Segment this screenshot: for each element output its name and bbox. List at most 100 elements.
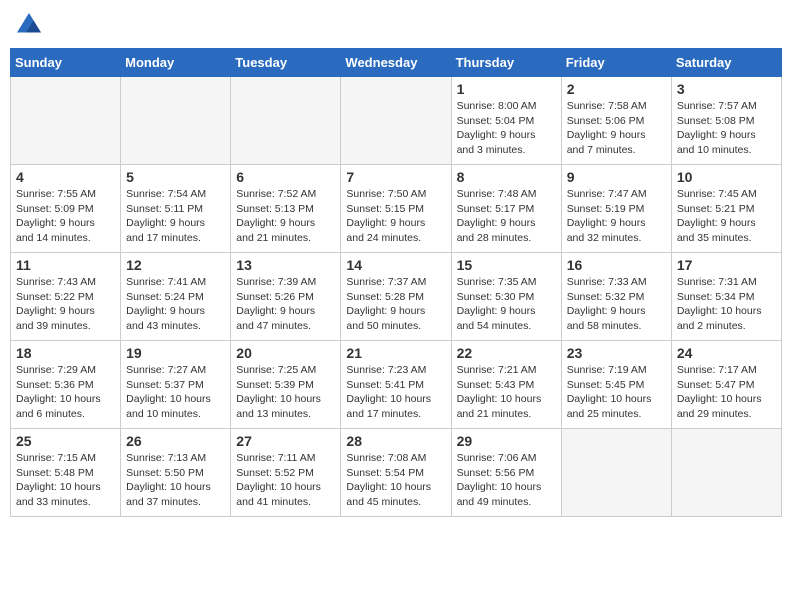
day-info: Sunrise: 7:41 AM Sunset: 5:24 PM Dayligh… xyxy=(126,275,225,334)
day-cell: 15 Sunrise: 7:35 AM Sunset: 5:30 PM Dayli… xyxy=(451,253,561,341)
days-header-row: SundayMondayTuesdayWednesdayThursdayFrid… xyxy=(11,49,782,77)
day-cell: 12Sunrise: 7:41 AM Sunset: 5:24 PM Dayli… xyxy=(121,253,231,341)
day-cell: 16 Sunrise: 7:33 AM Sunset: 5:32 PM Dayli… xyxy=(561,253,671,341)
day-cell: 25 Sunrise: 7:15 AM Sunset: 5:48 PM Dayli… xyxy=(11,429,121,517)
day-cell: 7 Sunrise: 7:50 AM Sunset: 5:15 PM Daylig… xyxy=(341,165,451,253)
logo-icon xyxy=(14,10,44,40)
day-info: Sunrise: 7:54 AM Sunset: 5:11 PM Dayligh… xyxy=(126,187,225,246)
day-cell: 11 Sunrise: 7:43 AM Sunset: 5:22 PM Dayli… xyxy=(11,253,121,341)
day-info: Sunrise: 7:06 AM Sunset: 5:56 PM Dayligh… xyxy=(457,451,556,510)
day-number: 11 xyxy=(16,257,115,273)
day-header-thursday: Thursday xyxy=(451,49,561,77)
day-info: Sunrise: 7:27 AM Sunset: 5:37 PM Dayligh… xyxy=(126,363,225,422)
day-header-sunday: Sunday xyxy=(11,49,121,77)
day-info: Sunrise: 7:08 AM Sunset: 5:54 PM Dayligh… xyxy=(346,451,445,510)
day-info: Sunrise: 7:37 AM Sunset: 5:28 PM Dayligh… xyxy=(346,275,445,334)
day-info: Sunrise: 7:57 AM Sunset: 5:08 PM Dayligh… xyxy=(677,99,776,158)
day-number: 19 xyxy=(126,345,225,361)
day-number: 3 xyxy=(677,81,776,97)
day-info: Sunrise: 7:11 AM Sunset: 5:52 PM Dayligh… xyxy=(236,451,335,510)
day-cell: 26 Sunrise: 7:13 AM Sunset: 5:50 PM Dayli… xyxy=(121,429,231,517)
day-number: 21 xyxy=(346,345,445,361)
day-cell: 6 Sunrise: 7:52 AM Sunset: 5:13 PM Daylig… xyxy=(231,165,341,253)
day-cell: 21 Sunrise: 7:23 AM Sunset: 5:41 PM Dayli… xyxy=(341,341,451,429)
day-cell: 20 Sunrise: 7:25 AM Sunset: 5:39 PM Dayli… xyxy=(231,341,341,429)
day-info: Sunrise: 7:55 AM Sunset: 5:09 PM Dayligh… xyxy=(16,187,115,246)
day-number: 15 xyxy=(457,257,556,273)
day-info: Sunrise: 7:33 AM Sunset: 5:32 PM Dayligh… xyxy=(567,275,666,334)
day-cell: 2Sunrise: 7:58 AM Sunset: 5:06 PM Daylig… xyxy=(561,77,671,165)
page-header xyxy=(10,10,782,40)
day-cell xyxy=(671,429,781,517)
day-cell: 9 Sunrise: 7:47 AM Sunset: 5:19 PM Daylig… xyxy=(561,165,671,253)
day-header-monday: Monday xyxy=(121,49,231,77)
day-header-wednesday: Wednesday xyxy=(341,49,451,77)
week-row-4: 18Sunrise: 7:29 AM Sunset: 5:36 PM Dayli… xyxy=(11,341,782,429)
day-number: 7 xyxy=(346,169,445,185)
calendar-table: SundayMondayTuesdayWednesdayThursdayFrid… xyxy=(10,48,782,517)
day-info: Sunrise: 7:45 AM Sunset: 5:21 PM Dayligh… xyxy=(677,187,776,246)
day-info: Sunrise: 7:52 AM Sunset: 5:13 PM Dayligh… xyxy=(236,187,335,246)
day-cell xyxy=(11,77,121,165)
day-info: Sunrise: 7:25 AM Sunset: 5:39 PM Dayligh… xyxy=(236,363,335,422)
day-cell: 24 Sunrise: 7:17 AM Sunset: 5:47 PM Dayli… xyxy=(671,341,781,429)
day-number: 5 xyxy=(126,169,225,185)
day-number: 13 xyxy=(236,257,335,273)
day-number: 8 xyxy=(457,169,556,185)
day-info: Sunrise: 8:00 AM Sunset: 5:04 PM Dayligh… xyxy=(457,99,556,158)
logo xyxy=(14,10,48,40)
day-number: 2 xyxy=(567,81,666,97)
day-number: 1 xyxy=(457,81,556,97)
day-number: 9 xyxy=(567,169,666,185)
day-info: Sunrise: 7:48 AM Sunset: 5:17 PM Dayligh… xyxy=(457,187,556,246)
day-number: 24 xyxy=(677,345,776,361)
week-row-5: 25 Sunrise: 7:15 AM Sunset: 5:48 PM Dayli… xyxy=(11,429,782,517)
day-cell: 4Sunrise: 7:55 AM Sunset: 5:09 PM Daylig… xyxy=(11,165,121,253)
day-number: 16 xyxy=(567,257,666,273)
day-info: Sunrise: 7:50 AM Sunset: 5:15 PM Dayligh… xyxy=(346,187,445,246)
day-number: 28 xyxy=(346,433,445,449)
day-cell: 18Sunrise: 7:29 AM Sunset: 5:36 PM Dayli… xyxy=(11,341,121,429)
day-number: 18 xyxy=(16,345,115,361)
day-cell xyxy=(121,77,231,165)
day-cell: 23Sunrise: 7:19 AM Sunset: 5:45 PM Dayli… xyxy=(561,341,671,429)
day-number: 26 xyxy=(126,433,225,449)
day-info: Sunrise: 7:23 AM Sunset: 5:41 PM Dayligh… xyxy=(346,363,445,422)
day-header-saturday: Saturday xyxy=(671,49,781,77)
day-number: 29 xyxy=(457,433,556,449)
day-cell: 13Sunrise: 7:39 AM Sunset: 5:26 PM Dayli… xyxy=(231,253,341,341)
day-cell: 10Sunrise: 7:45 AM Sunset: 5:21 PM Dayli… xyxy=(671,165,781,253)
day-cell: 5 Sunrise: 7:54 AM Sunset: 5:11 PM Daylig… xyxy=(121,165,231,253)
day-info: Sunrise: 7:31 AM Sunset: 5:34 PM Dayligh… xyxy=(677,275,776,334)
day-info: Sunrise: 7:15 AM Sunset: 5:48 PM Dayligh… xyxy=(16,451,115,510)
week-row-1: 1 Sunrise: 8:00 AM Sunset: 5:04 PM Daylig… xyxy=(11,77,782,165)
day-cell: 8 Sunrise: 7:48 AM Sunset: 5:17 PM Daylig… xyxy=(451,165,561,253)
day-cell: 19 Sunrise: 7:27 AM Sunset: 5:37 PM Dayli… xyxy=(121,341,231,429)
day-info: Sunrise: 7:43 AM Sunset: 5:22 PM Dayligh… xyxy=(16,275,115,334)
day-number: 27 xyxy=(236,433,335,449)
day-info: Sunrise: 7:13 AM Sunset: 5:50 PM Dayligh… xyxy=(126,451,225,510)
day-cell: 17 Sunrise: 7:31 AM Sunset: 5:34 PM Dayli… xyxy=(671,253,781,341)
day-info: Sunrise: 7:35 AM Sunset: 5:30 PM Dayligh… xyxy=(457,275,556,334)
day-cell: 3 Sunrise: 7:57 AM Sunset: 5:08 PM Daylig… xyxy=(671,77,781,165)
day-number: 22 xyxy=(457,345,556,361)
day-number: 6 xyxy=(236,169,335,185)
day-cell xyxy=(231,77,341,165)
day-cell: 22Sunrise: 7:21 AM Sunset: 5:43 PM Dayli… xyxy=(451,341,561,429)
day-info: Sunrise: 7:47 AM Sunset: 5:19 PM Dayligh… xyxy=(567,187,666,246)
day-header-friday: Friday xyxy=(561,49,671,77)
day-cell: 27 Sunrise: 7:11 AM Sunset: 5:52 PM Dayli… xyxy=(231,429,341,517)
day-cell xyxy=(561,429,671,517)
day-number: 23 xyxy=(567,345,666,361)
day-number: 20 xyxy=(236,345,335,361)
day-info: Sunrise: 7:17 AM Sunset: 5:47 PM Dayligh… xyxy=(677,363,776,422)
week-row-2: 4Sunrise: 7:55 AM Sunset: 5:09 PM Daylig… xyxy=(11,165,782,253)
day-cell xyxy=(341,77,451,165)
day-cell: 29 Sunrise: 7:06 AM Sunset: 5:56 PM Dayli… xyxy=(451,429,561,517)
day-number: 25 xyxy=(16,433,115,449)
day-number: 17 xyxy=(677,257,776,273)
day-cell: 14 Sunrise: 7:37 AM Sunset: 5:28 PM Dayli… xyxy=(341,253,451,341)
day-cell: 1 Sunrise: 8:00 AM Sunset: 5:04 PM Daylig… xyxy=(451,77,561,165)
week-row-3: 11 Sunrise: 7:43 AM Sunset: 5:22 PM Dayli… xyxy=(11,253,782,341)
day-number: 14 xyxy=(346,257,445,273)
